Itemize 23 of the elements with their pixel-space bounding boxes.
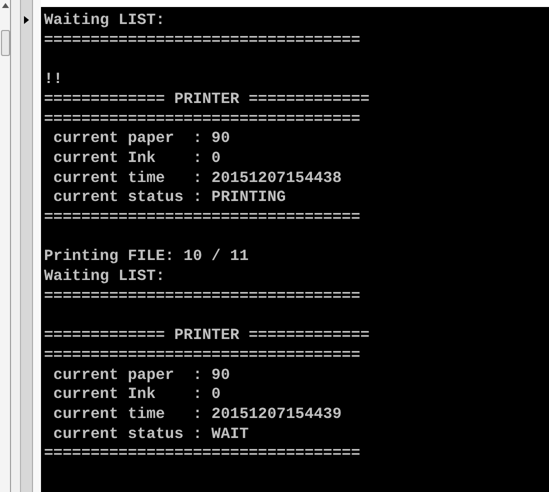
console-line: ================================== bbox=[44, 30, 360, 50]
console-line: ================================== bbox=[44, 286, 360, 307]
console-line: current paper : 90 bbox=[52, 366, 230, 386]
console-line: ================================== bbox=[44, 110, 360, 130]
console-line: current Ink : 0 bbox=[52, 148, 221, 169]
console-line: ================================== bbox=[44, 444, 360, 464]
scroll-thumb[interactable] bbox=[0, 30, 10, 56]
console-line: current time : 20151207154439 bbox=[52, 405, 342, 425]
console-line: ================================== bbox=[44, 346, 360, 366]
console-line: current Ink : 0 bbox=[52, 385, 221, 406]
console-line: current paper : 90 bbox=[52, 129, 230, 149]
console-line: Waiting LIST: bbox=[44, 11, 165, 31]
console-line: Printing FILE: 10 / 11 bbox=[44, 247, 249, 268]
console-line: current status : PRINTING bbox=[52, 188, 286, 208]
console-line: ================================== bbox=[44, 208, 360, 228]
console-line: ============= PRINTER ============= bbox=[44, 90, 370, 110]
console-line: !! bbox=[44, 70, 63, 90]
console-line: current time : 20151207154438 bbox=[52, 168, 342, 188]
console-line: ============= PRINTER ============= bbox=[44, 326, 370, 346]
scroll-up-arrow-icon[interactable] bbox=[2, 3, 8, 8]
right-triangle-icon bbox=[24, 16, 29, 24]
console-line: Waiting LIST: bbox=[44, 267, 165, 287]
console-line: current status : WAIT bbox=[52, 424, 249, 444]
